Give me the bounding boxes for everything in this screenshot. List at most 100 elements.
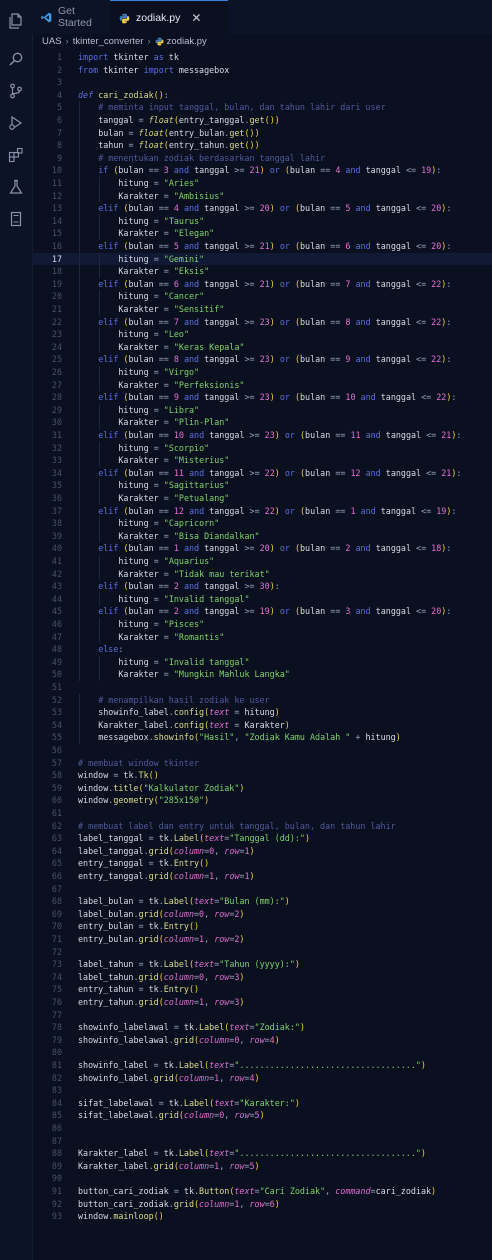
- code-line[interactable]: 88 Karakter_label = tk.Label(text="......…: [32, 1147, 492, 1160]
- breadcrumb-item[interactable]: UAS: [42, 36, 62, 47]
- code-line[interactable]: 7 bulan = float(entry_bulan.get()): [32, 126, 492, 140]
- code-line[interactable]: 4 def cari_zodiak():: [32, 89, 492, 102]
- code-line[interactable]: 24 Karakter = "Keras Kepala": [32, 340, 492, 354]
- code-line[interactable]: 59 window.title("Kalkulator Zodiak"): [32, 782, 492, 795]
- code-line[interactable]: 87: [32, 1135, 492, 1148]
- code-line[interactable]: 50 Karakter = "Mungkin Mahluk Langka": [32, 668, 492, 681]
- code-line[interactable]: 32 hitung = "Scorpio": [32, 441, 492, 455]
- code-line[interactable]: 12 Karakter = "Ambisius": [32, 189, 492, 203]
- code-line[interactable]: 41 hitung = "Aquarius": [32, 555, 492, 568]
- code-line[interactable]: 86: [32, 1122, 492, 1135]
- code-line[interactable]: 92 button_cari_zodiak.grid(column=1, row=…: [32, 1198, 492, 1211]
- code-line[interactable]: 84 sifat_labelawal = tk.Label(text="Karak…: [32, 1097, 492, 1110]
- code-line[interactable]: 39 Karakter = "Bisa Diandalkan": [32, 529, 492, 543]
- code-line[interactable]: 29 hitung = "Libra": [32, 403, 492, 417]
- code-line[interactable]: 53 showinfo_label.config(text = hitung): [32, 706, 492, 719]
- code-line[interactable]: 91 button_cari_zodiak = tk.Button(text="C…: [32, 1185, 492, 1198]
- code-line[interactable]: 8 tahun = float(entry_tahun.get()): [32, 139, 492, 152]
- code-line[interactable]: 85 sifat_labelawal.grid(column=0, row=5): [32, 1109, 492, 1122]
- code-line[interactable]: 20 hitung = "Cancer": [32, 290, 492, 303]
- code-line[interactable]: 38 hitung = "Capricorn": [32, 517, 492, 530]
- code-line[interactable]: 52 # menampilkan hasil zodiak ke user: [32, 693, 492, 707]
- code-line[interactable]: 36 Karakter = "Petualang": [32, 492, 492, 505]
- code-line[interactable]: 46 hitung = "Pisces": [32, 618, 492, 631]
- source-control-icon[interactable]: [7, 82, 25, 100]
- breadcrumb-item[interactable]: tkinter_converter: [73, 36, 144, 47]
- code-line[interactable]: 30 Karakter = "Plin-Plan": [32, 416, 492, 429]
- code-line[interactable]: 72: [32, 946, 492, 959]
- code-line[interactable]: 31 elif (bulan == 10 and tanggal >= 23) …: [32, 429, 492, 442]
- code-line[interactable]: 9 # menentukan zodiak berdasarkan tangga…: [32, 151, 492, 165]
- code-line[interactable]: 51: [32, 681, 492, 694]
- code-line[interactable]: 54 Karakter_label.config(text = Karakter…: [32, 718, 492, 732]
- code-line[interactable]: 34 elif (bulan == 11 and tanggal >= 22) …: [32, 466, 492, 480]
- code-line[interactable]: 44 hitung = "Invalid tanggal": [32, 592, 492, 606]
- remote-explorer-icon[interactable]: [7, 210, 25, 228]
- code-line[interactable]: 22 elif (bulan == 7 and tanggal >= 23) o…: [32, 315, 492, 329]
- code-line[interactable]: 14 hitung = "Taurus": [32, 214, 492, 228]
- code-line[interactable]: 63 label_tanggal = tk.Label(text="Tanggal…: [32, 832, 492, 845]
- code-line[interactable]: 42 Karakter = "Tidak mau terikat": [32, 567, 492, 581]
- code-line[interactable]: 25 elif (bulan == 8 and tanggal >= 23) o…: [32, 353, 492, 366]
- code-line[interactable]: 69 label_bulan.grid(column=0, row=2): [32, 908, 492, 921]
- code-line[interactable]: 6 tanggal = float(entry_tanggal.get()): [32, 114, 492, 127]
- files-icon[interactable]: [7, 12, 25, 30]
- code-line[interactable]: 79 showinfo_labelawal.grid(column=0, row=…: [32, 1034, 492, 1047]
- code-line[interactable]: 74 label_tahun.grid(column=0, row=3): [32, 971, 492, 984]
- code-line[interactable]: 89 Karakter_label.grid(column=1, row=5): [32, 1160, 492, 1173]
- code-line[interactable]: 60 window.geometry("285x150"): [32, 794, 492, 807]
- code-line[interactable]: 58 window = tk.Tk(): [32, 769, 492, 782]
- code-line[interactable]: 17 hitung = "Gemini": [32, 252, 492, 266]
- code-line[interactable]: 48 else:: [32, 643, 492, 656]
- code-line[interactable]: 82 showinfo_label.grid(column=1, row=4): [32, 1072, 492, 1085]
- code-line[interactable]: 77: [32, 1009, 492, 1022]
- code-line[interactable]: 76 entry_tahun.grid(column=1, row=3): [32, 996, 492, 1009]
- tab-get-started[interactable]: Get Started: [32, 0, 109, 34]
- run-debug-icon[interactable]: [7, 114, 25, 132]
- extensions-icon[interactable]: [7, 146, 25, 164]
- code-line[interactable]: 5 # meminta input tanggal, bulan, dan ta…: [32, 101, 492, 114]
- code-line[interactable]: 28 elif (bulan == 9 and tanggal >= 23) o…: [32, 391, 492, 404]
- search-icon[interactable]: [7, 50, 25, 68]
- code-line[interactable]: 27 Karakter = "Perfeksionis": [32, 378, 492, 392]
- code-line[interactable]: 65 entry_tanggal = tk.Entry(): [32, 857, 492, 870]
- code-line[interactable]: 81 showinfo_label = tk.Label(text="......…: [32, 1059, 492, 1072]
- code-line[interactable]: 45 elif (bulan == 2 and tanggal >= 19) o…: [32, 605, 492, 618]
- code-line[interactable]: 47 Karakter = "Romantis": [32, 630, 492, 644]
- code-line[interactable]: 70 entry_bulan = tk.Entry(): [32, 920, 492, 933]
- code-line[interactable]: 90: [32, 1172, 492, 1185]
- code-line[interactable]: 23 hitung = "Leo": [32, 328, 492, 341]
- code-line[interactable]: 66 entry_tanggal.grid(column=1, row=1): [32, 870, 492, 883]
- tab-zodiak-py[interactable]: zodiak.py ✕: [110, 0, 228, 35]
- code-line[interactable]: 11 hitung = "Aries": [32, 177, 492, 190]
- code-line[interactable]: 61: [32, 807, 492, 820]
- code-line[interactable]: 40 elif (bulan == 1 and tanggal >= 20) o…: [32, 542, 492, 555]
- code-line[interactable]: 78 showinfo_labelawal = tk.Label(text="Zo…: [32, 1021, 492, 1034]
- code-line[interactable]: 67: [32, 883, 492, 896]
- close-icon[interactable]: ✕: [191, 11, 201, 25]
- code-line[interactable]: 35 hitung = "Sagittarius": [32, 479, 492, 492]
- code-line[interactable]: 43 elif (bulan == 2 and tanggal >= 30):: [32, 580, 492, 593]
- code-line[interactable]: 33 Karakter = "Misterius": [32, 454, 492, 467]
- code-line[interactable]: 1 import tkinter as tk: [32, 51, 492, 64]
- code-line[interactable]: 75 entry_tahun = tk.Entry(): [32, 983, 492, 996]
- code-line[interactable]: 80: [32, 1046, 492, 1059]
- code-line[interactable]: 3: [32, 76, 492, 89]
- code-line[interactable]: 15 Karakter = "Elegan": [32, 227, 492, 240]
- code-line[interactable]: 83: [32, 1084, 492, 1097]
- code-line[interactable]: 13 elif (bulan == 4 and tanggal >= 20) o…: [32, 202, 492, 215]
- code-line[interactable]: 10 if (bulan == 3 and tanggal >= 21) or …: [32, 164, 492, 177]
- code-line[interactable]: 56: [32, 744, 492, 757]
- code-editor[interactable]: 1 import tkinter as tk 2 from tkinter impor…: [32, 48, 492, 1260]
- code-line[interactable]: 64 label_tanggal.grid(column=0, row=1): [32, 845, 492, 858]
- code-line[interactable]: 21 Karakter = "Sensitif": [32, 303, 492, 316]
- code-line[interactable]: 16 elif (bulan == 5 and tanggal >= 21) o…: [32, 240, 492, 253]
- code-line[interactable]: 2 from tkinter import messagebox: [32, 64, 492, 77]
- code-line[interactable]: 71 entry_bulan.grid(column=1, row=2): [32, 933, 492, 946]
- code-line[interactable]: 68 label_bulan = tk.Label(text="Bulan (mm…: [32, 895, 492, 908]
- breadcrumb-item[interactable]: zodiak.py: [167, 36, 207, 47]
- code-line[interactable]: 18 Karakter = "Eksis": [32, 265, 492, 278]
- code-line[interactable]: 49 hitung = "Invalid tanggal": [32, 655, 492, 669]
- code-line[interactable]: 73 label_tahun = tk.Label(text="Tahun (yy…: [32, 958, 492, 971]
- code-line[interactable]: 37 elif (bulan == 12 and tanggal >= 22) …: [32, 504, 492, 518]
